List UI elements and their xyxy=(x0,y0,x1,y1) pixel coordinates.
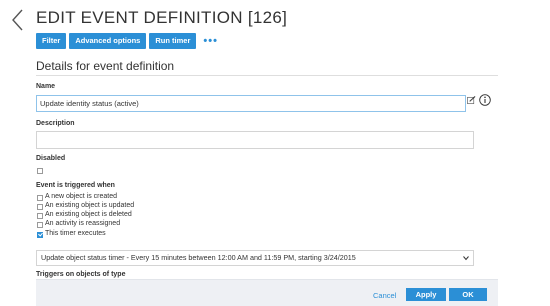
section-divider xyxy=(36,75,498,76)
toolbar: Filter Advanced options Run timer ••• xyxy=(36,33,218,49)
disabled-label: Disabled xyxy=(36,155,66,162)
trigger-created-checkbox[interactable] xyxy=(37,195,43,201)
trigger-timer-checkbox[interactable] xyxy=(37,232,43,238)
more-options-icon[interactable]: ••• xyxy=(203,36,218,47)
page-title: EDIT EVENT DEFINITION [126] xyxy=(36,8,288,27)
description-input[interactable] xyxy=(36,131,474,149)
filter-button[interactable]: Filter xyxy=(36,33,67,49)
chevron-down-icon xyxy=(463,256,469,261)
trigger-updated-checkbox[interactable] xyxy=(37,204,43,210)
timer-select[interactable]: Update object status timer - Every 15 mi… xyxy=(36,250,474,266)
trigger-deleted-checkbox[interactable] xyxy=(37,213,43,219)
info-icon[interactable] xyxy=(479,94,491,106)
name-label: Name xyxy=(36,83,56,90)
description-label: Description xyxy=(36,120,75,127)
trigger-created-label: A new object is created xyxy=(45,193,117,200)
run-timer-button[interactable]: Run timer xyxy=(149,33,197,49)
ok-button[interactable]: OK xyxy=(449,288,487,301)
trigger-reassigned-label: An activity is reassigned xyxy=(45,220,121,227)
trigger-updated-label: An existing object is updated xyxy=(45,202,135,209)
timer-select-value: Update object status timer - Every 15 mi… xyxy=(41,253,356,262)
trigger-label: Event is triggered when xyxy=(36,182,115,189)
section-title: Details for event definition xyxy=(36,59,175,73)
trigger-timer-label: This timer executes xyxy=(45,230,106,237)
object-type-label: Triggers on objects of type xyxy=(36,271,126,278)
name-input[interactable]: Update identity status (active) xyxy=(36,95,466,112)
advanced-options-button[interactable]: Advanced options xyxy=(69,33,147,49)
back-chevron-icon[interactable] xyxy=(8,8,28,32)
trigger-reassigned-checkbox[interactable] xyxy=(37,222,43,228)
trigger-deleted-label: An existing object is deleted xyxy=(45,211,132,218)
cancel-button[interactable]: Cancel xyxy=(373,291,396,300)
disabled-checkbox[interactable] xyxy=(37,168,43,174)
edit-icon[interactable] xyxy=(467,96,476,105)
apply-button[interactable]: Apply xyxy=(406,288,446,301)
